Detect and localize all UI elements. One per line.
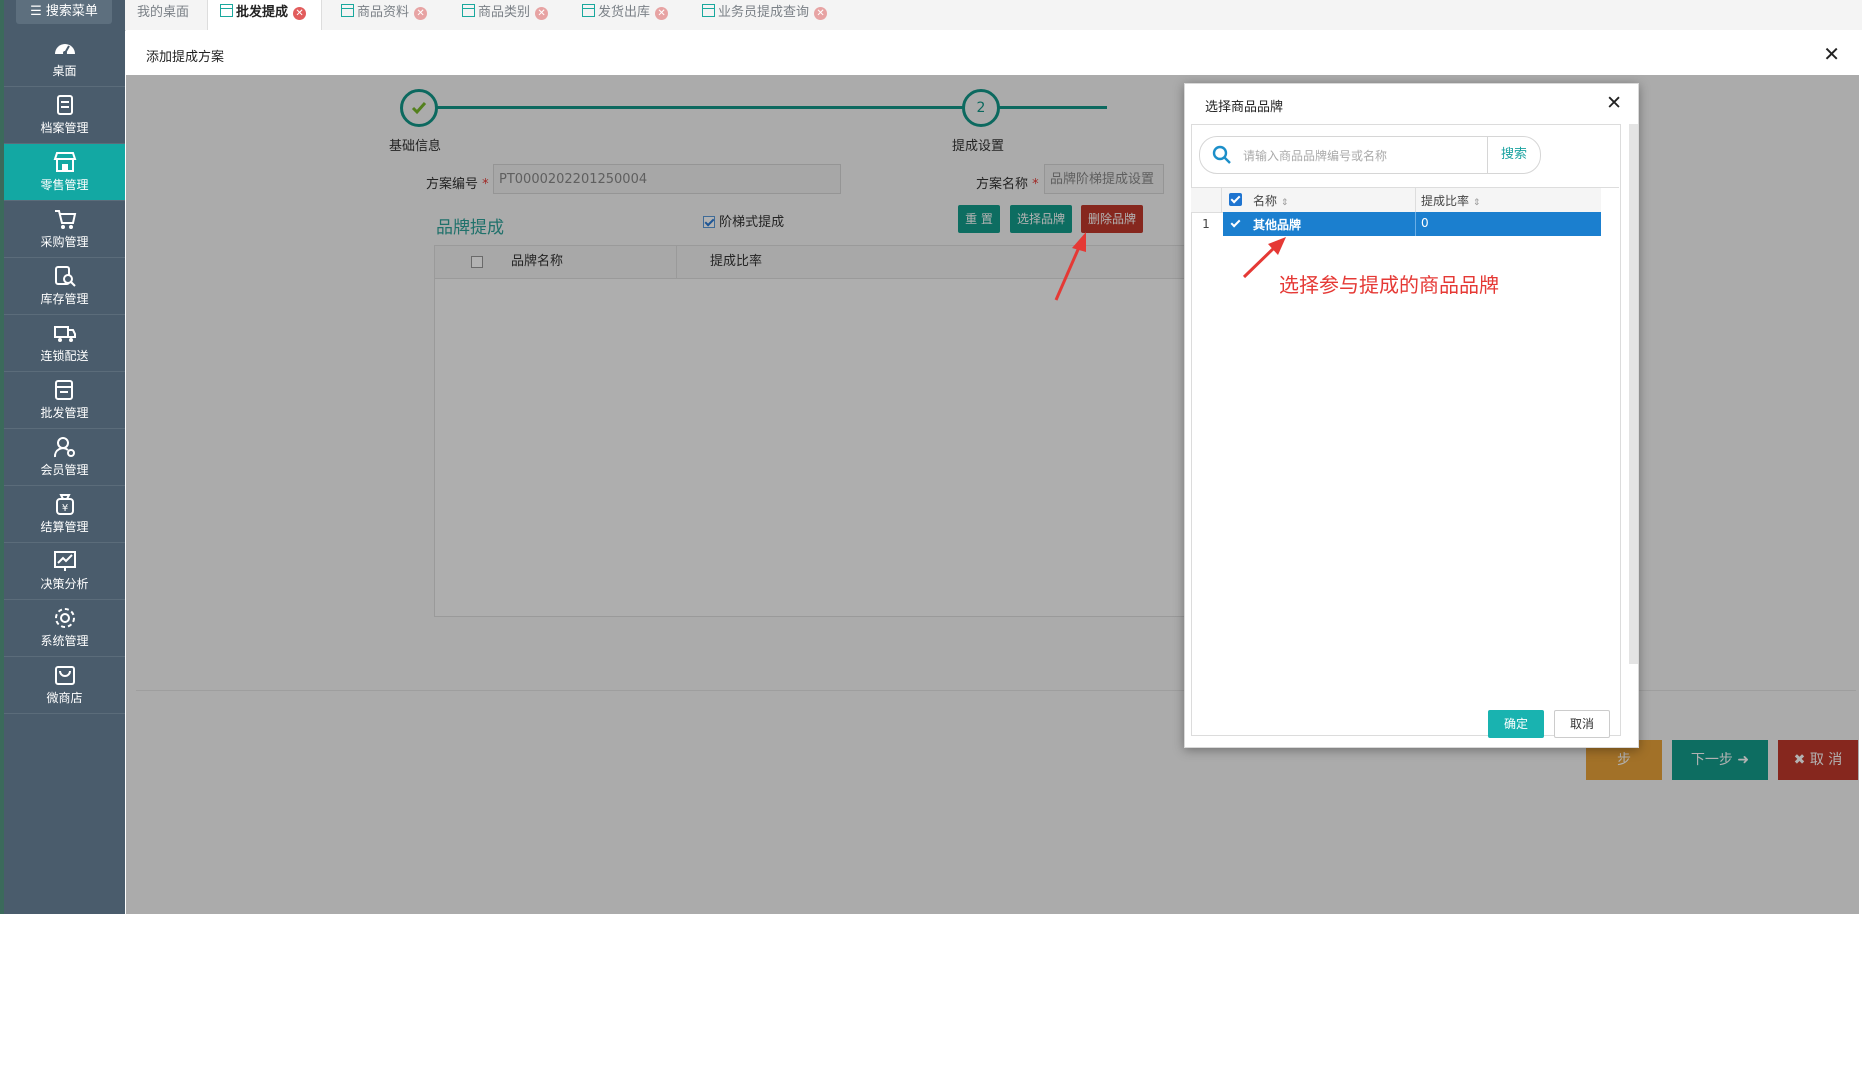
gear-icon bbox=[54, 608, 75, 628]
brand-name-cell: 其他品牌 bbox=[1253, 218, 1302, 232]
brand-search-input[interactable]: 请输入商品品牌编号或名称 bbox=[1243, 147, 1387, 164]
tab-salesperson-commission-query-label: 业务员提成查询 bbox=[718, 5, 810, 20]
row-number: 1 bbox=[1202, 217, 1210, 231]
nav-analysis[interactable]: 决策分析 bbox=[4, 543, 125, 600]
rate-cell: 0 bbox=[1421, 216, 1429, 230]
sidebar: ☰搜索菜单 桌面 档案管理 零售管理 采购管理 库存管理 连锁配送 批发管理 bbox=[0, 0, 125, 914]
nav-microstore[interactable]: 微商店 bbox=[4, 657, 125, 714]
menu-search-icon: ☰ bbox=[30, 4, 42, 19]
tab-product-info-label: 商品资料 bbox=[357, 5, 410, 20]
tab-close-icon[interactable]: ✕ bbox=[414, 7, 428, 20]
page-icon bbox=[582, 4, 595, 17]
sort-icon[interactable]: ⇕ bbox=[1473, 198, 1481, 208]
nav-system-label: 系统管理 bbox=[40, 634, 89, 648]
member-icon bbox=[53, 437, 75, 458]
nav-member[interactable]: 会员管理 bbox=[4, 429, 125, 486]
brand-list-header: 名称 ⇕ 提成比率 ⇕ bbox=[1191, 188, 1601, 213]
annotation-text: 选择参与提成的商品品牌 bbox=[1279, 273, 1499, 297]
page-icon bbox=[220, 4, 233, 17]
col-name: 名称 ⇕ bbox=[1253, 192, 1288, 209]
archive-icon bbox=[56, 95, 73, 115]
col-divider bbox=[1415, 212, 1416, 236]
search-menu-label: 搜索菜单 bbox=[45, 4, 98, 19]
close-icon[interactable]: ✕ bbox=[1823, 42, 1840, 66]
sort-icon[interactable]: ⇕ bbox=[1281, 198, 1289, 208]
table-row[interactable]: 1 其他品牌 0 bbox=[1191, 212, 1601, 236]
brand-list-grid: 名称 ⇕ 提成比率 ⇕ 1 其他品牌 0 bbox=[1191, 187, 1619, 656]
money-bag-icon: ¥ bbox=[55, 494, 74, 515]
page-title: 添加提成方案 bbox=[146, 50, 225, 65]
content-header: 添加提成方案 ✕ bbox=[126, 30, 1862, 75]
page-icon bbox=[702, 4, 715, 17]
confirm-button[interactable]: 确定 bbox=[1488, 710, 1544, 738]
app-window: ☰搜索菜单 桌面 档案管理 零售管理 采购管理 库存管理 连锁配送 批发管理 bbox=[0, 0, 1862, 914]
cart-icon bbox=[54, 210, 76, 229]
truck-icon bbox=[53, 326, 76, 342]
tab-close-icon[interactable]: ✕ bbox=[655, 7, 669, 20]
col-name-label: 名称 bbox=[1253, 194, 1278, 208]
tab-bar: 我的桌面 批发提成 ✕ 商品资料 ✕ 商品类别 ✕ 发货出库 ✕ 业务员提成查询 ✕ bbox=[125, 0, 1862, 31]
nav-desktop[interactable]: 桌面 bbox=[4, 30, 125, 87]
shopping-bag-icon bbox=[54, 666, 75, 685]
nav-analysis-label: 决策分析 bbox=[40, 577, 89, 591]
chart-icon bbox=[53, 551, 76, 571]
select-all-checkbox[interactable] bbox=[1229, 193, 1242, 206]
tab-my-desktop-label: 我的桌面 bbox=[137, 5, 190, 20]
tab-close-icon[interactable]: ✕ bbox=[814, 7, 828, 20]
dialog-title: 选择商品品牌 bbox=[1205, 100, 1284, 115]
nav-member-label: 会员管理 bbox=[40, 463, 89, 477]
tab-product-category-label: 商品类别 bbox=[478, 5, 531, 20]
col-divider bbox=[1221, 188, 1222, 212]
tab-product-category[interactable]: 商品类别 ✕ bbox=[462, 0, 562, 30]
tab-close-icon[interactable]: ✕ bbox=[535, 7, 549, 20]
nav-archive-label: 档案管理 bbox=[40, 121, 89, 135]
nav-purchase-label: 采购管理 bbox=[40, 235, 89, 249]
nav-purchase[interactable]: 采购管理 bbox=[4, 201, 125, 258]
nav-microstore-label: 微商店 bbox=[46, 691, 83, 705]
tab-salesperson-commission-query[interactable]: 业务员提成查询 ✕ bbox=[702, 0, 842, 30]
search-icon bbox=[1212, 145, 1231, 164]
nav-retail-label: 零售管理 bbox=[40, 178, 89, 192]
tab-shipping-out[interactable]: 发货出库 ✕ bbox=[582, 0, 682, 30]
svg-text:¥: ¥ bbox=[61, 503, 67, 514]
tab-my-desktop[interactable]: 我的桌面 bbox=[137, 0, 207, 30]
nav-archive[interactable]: 档案管理 bbox=[4, 87, 125, 144]
inventory-search-icon bbox=[54, 266, 76, 287]
nav-inventory-label: 库存管理 bbox=[40, 292, 89, 306]
col-rate: 提成比率 ⇕ bbox=[1421, 192, 1480, 209]
nav-distribution-label: 连锁配送 bbox=[40, 349, 89, 363]
row-checkbox[interactable] bbox=[1229, 217, 1242, 230]
nav-distribution[interactable]: 连锁配送 bbox=[4, 315, 125, 372]
nav-wholesale-label: 批发管理 bbox=[40, 406, 89, 420]
nav-settlement-label: 结算管理 bbox=[40, 520, 89, 534]
close-icon[interactable]: ✕ bbox=[1606, 92, 1622, 114]
nav-wholesale[interactable]: 批发管理 bbox=[4, 372, 125, 429]
col-rate-label: 提成比率 bbox=[1421, 194, 1470, 208]
tab-close-icon[interactable]: ✕ bbox=[293, 7, 307, 20]
store-icon bbox=[53, 152, 76, 172]
scrollbar[interactable] bbox=[1629, 124, 1638, 664]
page-icon bbox=[341, 4, 354, 17]
nav-settlement[interactable]: ¥ 结算管理 bbox=[4, 486, 125, 543]
wholesale-icon bbox=[54, 380, 73, 400]
nav-system[interactable]: 系统管理 bbox=[4, 600, 125, 657]
tab-wholesale-commission[interactable]: 批发提成 ✕ bbox=[207, 0, 322, 31]
search-button[interactable]: 搜索 bbox=[1487, 137, 1540, 173]
col-divider bbox=[1415, 188, 1416, 212]
select-brand-dialog: 选择商品品牌 ✕ 请输入商品品牌编号或名称 搜索 名称 ⇕ 提成比率 ⇕ 1 其… bbox=[1184, 83, 1639, 748]
nav-retail[interactable]: 零售管理 bbox=[4, 144, 125, 201]
selected-row[interactable]: 其他品牌 0 bbox=[1223, 212, 1601, 236]
tab-wholesale-commission-label: 批发提成 bbox=[236, 5, 289, 20]
nav-desktop-label: 桌面 bbox=[52, 64, 77, 78]
search-menu-button[interactable]: ☰ 搜索菜单 bbox=[16, 0, 112, 24]
nav-inventory[interactable]: 库存管理 bbox=[4, 258, 125, 315]
brand-search-box: 请输入商品品牌编号或名称 搜索 bbox=[1199, 136, 1541, 174]
dialog-cancel-button[interactable]: 取消 bbox=[1554, 710, 1610, 738]
tab-shipping-out-label: 发货出库 bbox=[598, 5, 651, 20]
page-icon bbox=[462, 4, 475, 17]
tab-product-info[interactable]: 商品资料 ✕ bbox=[341, 0, 441, 30]
dashboard-icon bbox=[54, 44, 75, 55]
